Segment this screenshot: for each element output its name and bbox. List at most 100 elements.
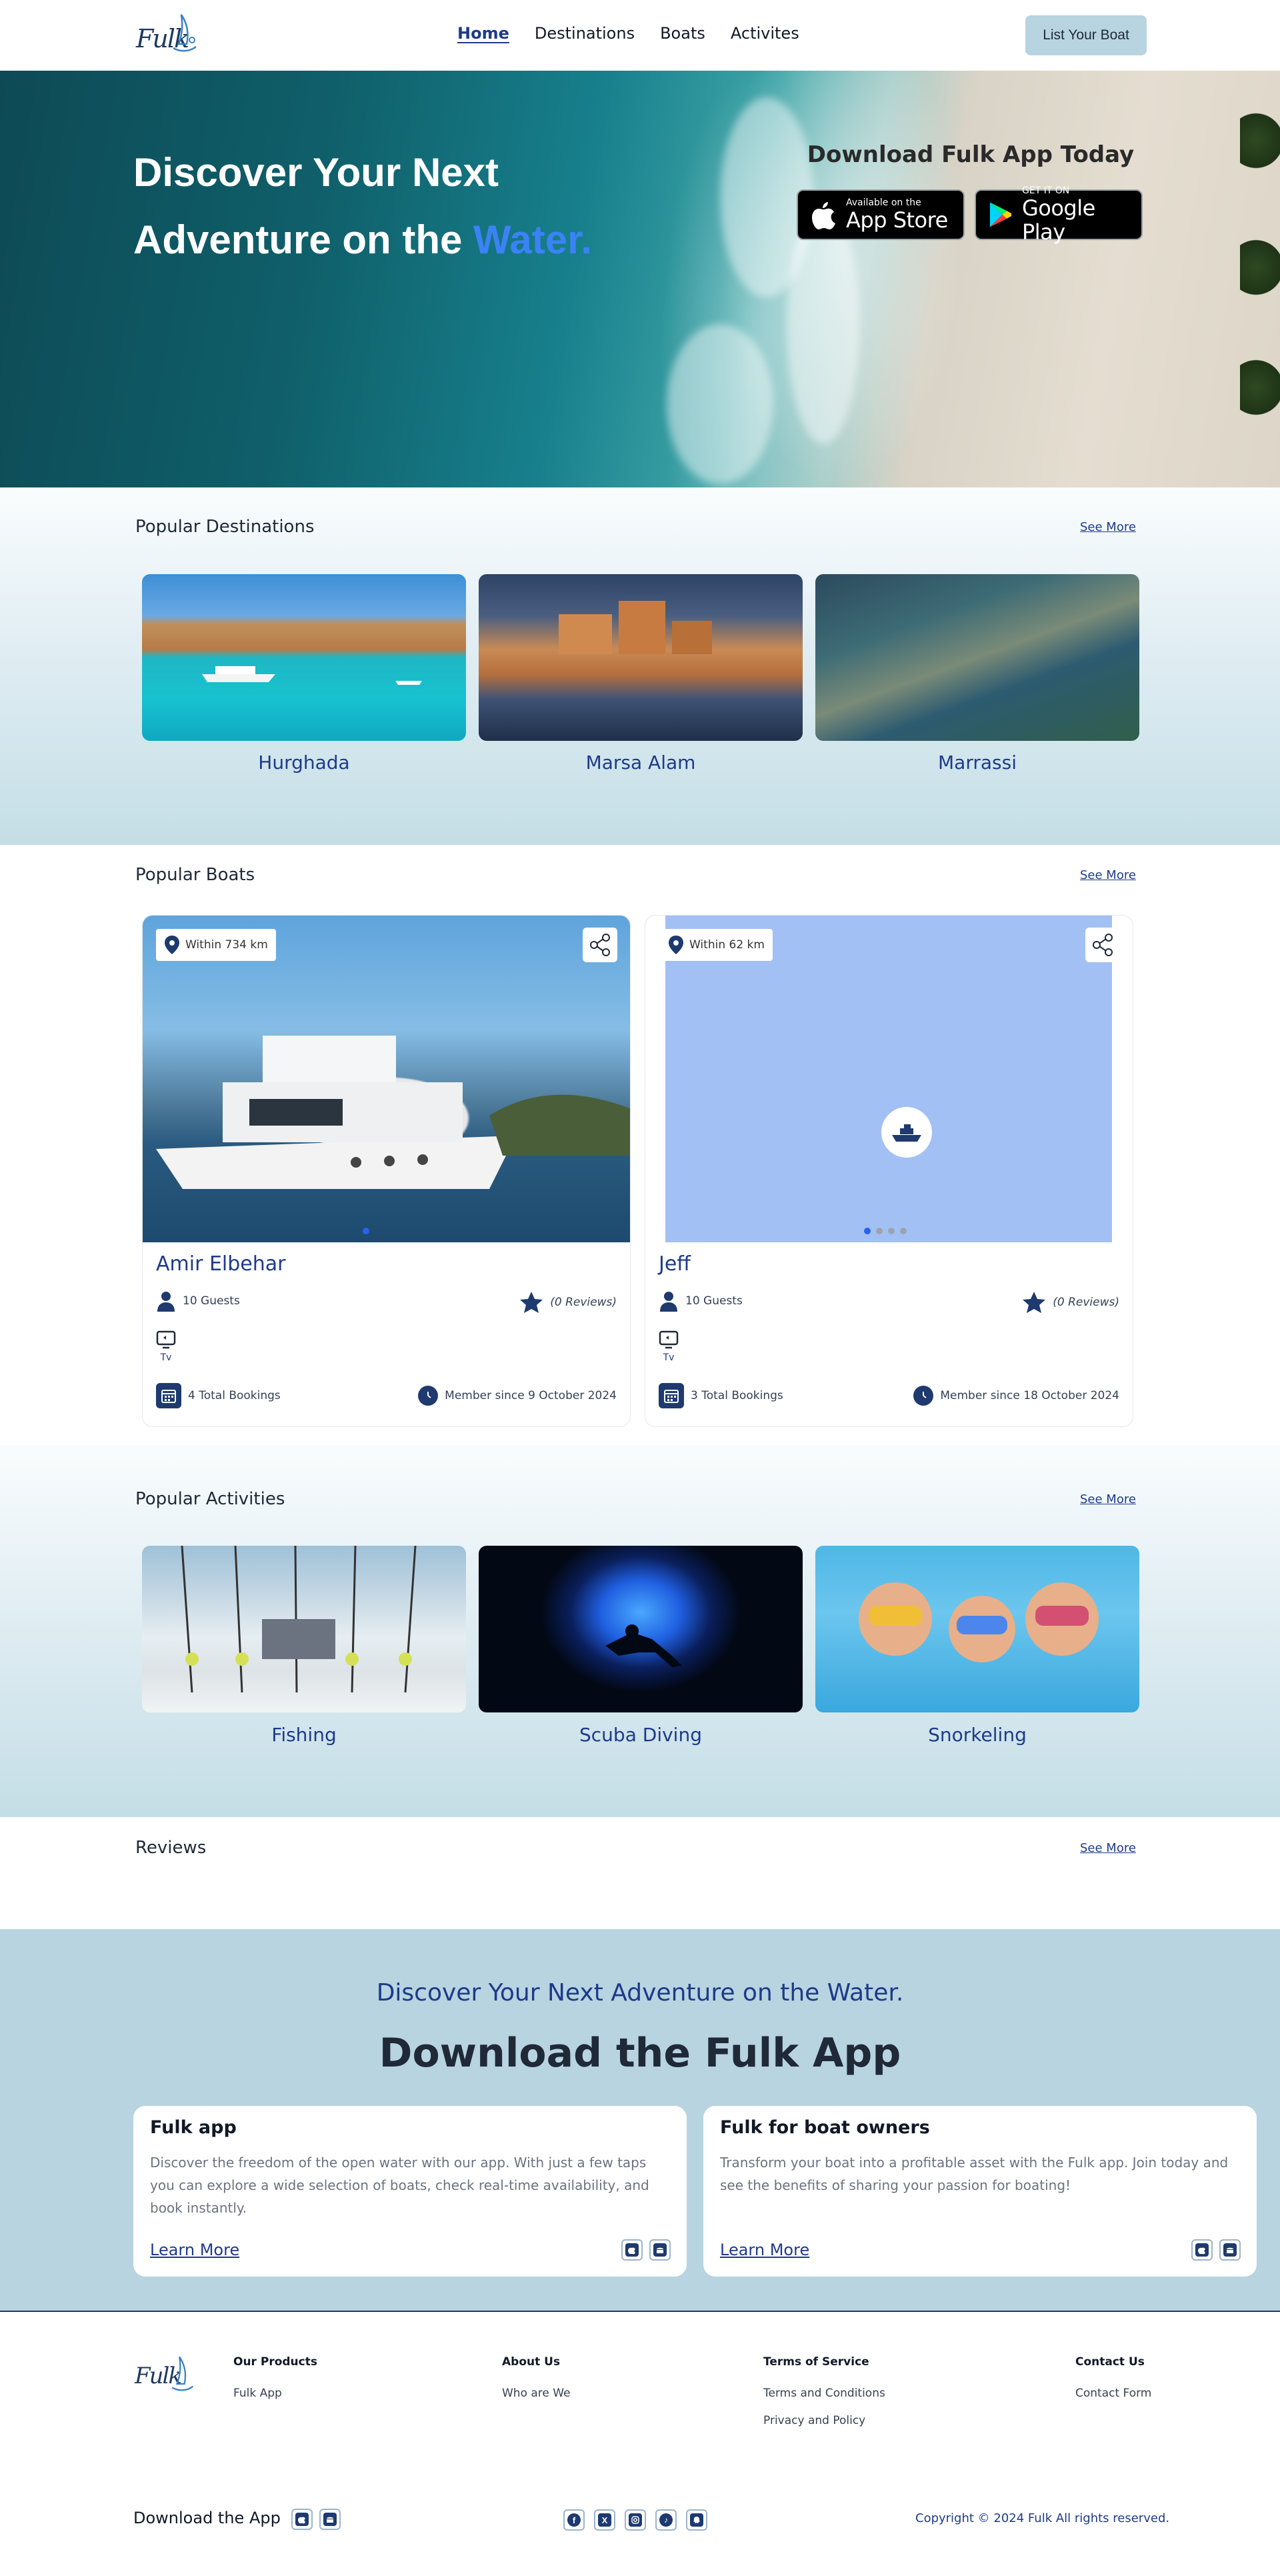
main-nav: Home Destinations Boats Activites xyxy=(457,24,799,43)
reviews-info: (0 Reviews) xyxy=(519,1290,617,1314)
footer-logo[interactable]: Fulk xyxy=(133,2352,200,2399)
bookings-text: 3 Total Bookings xyxy=(691,1389,783,1402)
snapchat-icon[interactable] xyxy=(686,2509,707,2531)
apple-store-button[interactable] xyxy=(291,2509,313,2530)
guests-icon xyxy=(660,1292,677,1312)
carousel-dot[interactable] xyxy=(876,1228,883,1234)
destinations-see-more-link[interactable]: See More xyxy=(1080,520,1136,534)
destination-image-marsa-alam[interactable] xyxy=(479,574,803,741)
android-icon xyxy=(657,2247,663,2253)
google-play-icon xyxy=(989,202,1011,227)
boat-name[interactable]: Amir Elbehar xyxy=(156,1252,285,1276)
x-icon[interactable]: X xyxy=(594,2509,615,2531)
apple-icon xyxy=(298,2517,305,2524)
location-pin-icon xyxy=(669,936,683,954)
hero-title-line2-text: Adventure on the xyxy=(133,217,474,262)
destination-label-marrassi[interactable]: Marrassi xyxy=(815,752,1139,774)
activities-see-more-link[interactable]: See More xyxy=(1080,1492,1136,1506)
diver-photo-icon xyxy=(605,1624,682,1667)
activity-image-snorkeling[interactable] xyxy=(815,1546,1139,1712)
footer-link-fulk-app[interactable]: Fulk App xyxy=(233,2387,282,2400)
boat-photo-icon xyxy=(202,666,422,685)
hero-title: Discover Your Next Adventure on the Wate… xyxy=(133,139,640,273)
app-store-big-text: App Store xyxy=(846,207,948,233)
site-logo[interactable]: Fulk xyxy=(133,9,200,60)
apple-store-button[interactable] xyxy=(1191,2239,1213,2261)
hero-title-line2: Adventure on the Water. xyxy=(133,206,640,273)
instagram-icon[interactable] xyxy=(625,2509,646,2531)
distance-text: Within 62 km xyxy=(689,938,765,952)
boat-card-jeff[interactable]: Within 62 km Jeff 10 Guests (0 Reviews) … xyxy=(645,915,1133,1427)
share-button[interactable] xyxy=(1085,928,1120,962)
tv-icon xyxy=(659,1330,679,1349)
nav-activities[interactable]: Activites xyxy=(731,24,799,43)
guests-icon xyxy=(157,1292,175,1312)
learn-more-link[interactable]: Learn More xyxy=(720,2241,809,2259)
card-description: Transform your boat into a profitable as… xyxy=(720,2155,1229,2193)
activity-image-scuba-diving[interactable] xyxy=(479,1546,803,1712)
share-icon xyxy=(1093,934,1113,956)
android-store-button[interactable] xyxy=(319,2509,341,2530)
destination-image-marrassi[interactable] xyxy=(815,574,1139,741)
carousel-dot[interactable] xyxy=(888,1228,895,1234)
destination-label-hurghada[interactable]: Hurghada xyxy=(142,752,466,774)
footer-col-contact-title: Contact Us xyxy=(1075,2355,1145,2369)
reviews-see-more-link[interactable]: See More xyxy=(1080,1841,1136,1855)
nav-home[interactable]: Home xyxy=(457,24,509,43)
destination-label-marsa-alam[interactable]: Marsa Alam xyxy=(479,752,803,774)
facebook-icon[interactable]: f xyxy=(563,2509,585,2531)
destination-image-hurghada[interactable] xyxy=(142,574,466,741)
google-play-small-text: GET IT ON xyxy=(1021,185,1070,196)
tiktok-icon[interactable]: ♪ xyxy=(655,2509,677,2531)
apple-icon xyxy=(812,202,835,229)
activities-heading: Popular Activities xyxy=(135,1489,285,1509)
member-since-info: Member since 9 October 2024 xyxy=(418,1386,617,1406)
guests-info: 10 Guests xyxy=(156,1290,240,1312)
boat-card-amir-elbehar[interactable]: Within 734 km Amir Elbehar 10 Guests (0 … xyxy=(142,915,631,1427)
boats-see-more-link[interactable]: See More xyxy=(1080,868,1136,882)
footer-col-about-title: About Us xyxy=(502,2355,561,2369)
map-boat-marker[interactable] xyxy=(881,1107,932,1158)
android-store-button[interactable] xyxy=(1219,2239,1241,2261)
footer-link-contact-form[interactable]: Contact Form xyxy=(1075,2387,1151,2400)
boats-heading: Popular Boats xyxy=(135,865,255,885)
download-title: Download the Fulk App xyxy=(379,2030,901,2077)
store-icons xyxy=(621,2239,671,2261)
carousel-dot[interactable] xyxy=(363,1228,369,1234)
list-your-boat-button[interactable]: List Your Boat xyxy=(1025,15,1147,55)
fulk-boat-owners-card: Fulk for boat owners Transform your boat… xyxy=(703,2106,1257,2277)
app-store-badge[interactable]: Available on the App Store xyxy=(797,189,965,240)
boat-image-amir-elbehar[interactable]: Within 734 km xyxy=(143,916,630,1242)
apple-icon xyxy=(628,2247,635,2255)
apple-icon xyxy=(1198,2247,1205,2255)
clock-icon xyxy=(913,1386,934,1406)
nav-boats[interactable]: Boats xyxy=(660,24,705,43)
activity-label-fishing[interactable]: Fishing xyxy=(142,1724,466,1746)
boat-map-jeff[interactable]: Within 62 km xyxy=(660,916,1120,1242)
google-play-badge[interactable]: GET IT ON Google Play xyxy=(975,185,1143,244)
footer-link-who-are-we[interactable]: Who are We xyxy=(502,2387,571,2400)
copyright-text: Copyright © 2024 Fulk All rights reserve… xyxy=(915,2511,1170,2525)
learn-more-link[interactable]: Learn More xyxy=(150,2241,239,2259)
calendar-icon xyxy=(659,1383,684,1408)
carousel-dots[interactable] xyxy=(363,1228,369,1234)
tv-icon xyxy=(156,1330,176,1349)
carousel-dot[interactable] xyxy=(900,1228,907,1234)
share-button[interactable] xyxy=(583,928,617,962)
activity-label-scuba-diving[interactable]: Scuba Diving xyxy=(479,1724,803,1746)
kids-snorkeling-photo-icon xyxy=(859,1582,1099,1662)
nav-destinations[interactable]: Destinations xyxy=(535,24,635,43)
activity-image-fishing[interactable] xyxy=(142,1546,466,1712)
bookings-text: 4 Total Bookings xyxy=(188,1389,281,1402)
apple-store-button[interactable] xyxy=(621,2239,643,2261)
yacht-photo-icon xyxy=(156,1036,630,1189)
carousel-dot[interactable] xyxy=(864,1228,871,1234)
footer-link-privacy-policy[interactable]: Privacy and Policy xyxy=(763,2414,865,2427)
footer-link-terms-conditions[interactable]: Terms and Conditions xyxy=(763,2387,885,2400)
android-store-button[interactable] xyxy=(649,2239,671,2261)
fulk-app-card: Fulk app Discover the freedom of the ope… xyxy=(133,2106,687,2277)
reviews-text: (0 Reviews) xyxy=(550,1296,617,1309)
activity-label-snorkeling[interactable]: Snorkeling xyxy=(815,1724,1139,1746)
carousel-dots[interactable] xyxy=(864,1228,907,1234)
boat-name[interactable]: Jeff xyxy=(659,1252,691,1276)
